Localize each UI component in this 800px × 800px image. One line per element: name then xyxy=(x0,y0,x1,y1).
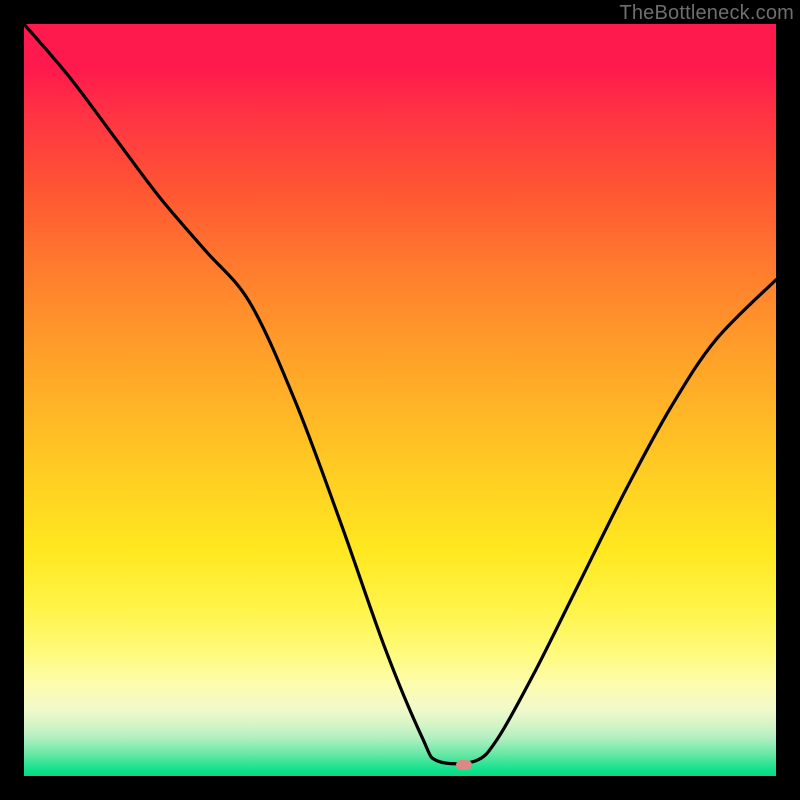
bottleneck-curve xyxy=(24,24,776,776)
watermark-text: TheBottleneck.com xyxy=(619,2,794,25)
chart-frame: TheBottleneck.com xyxy=(0,0,800,800)
plot-area xyxy=(24,24,776,776)
optimal-point-marker xyxy=(456,760,472,770)
